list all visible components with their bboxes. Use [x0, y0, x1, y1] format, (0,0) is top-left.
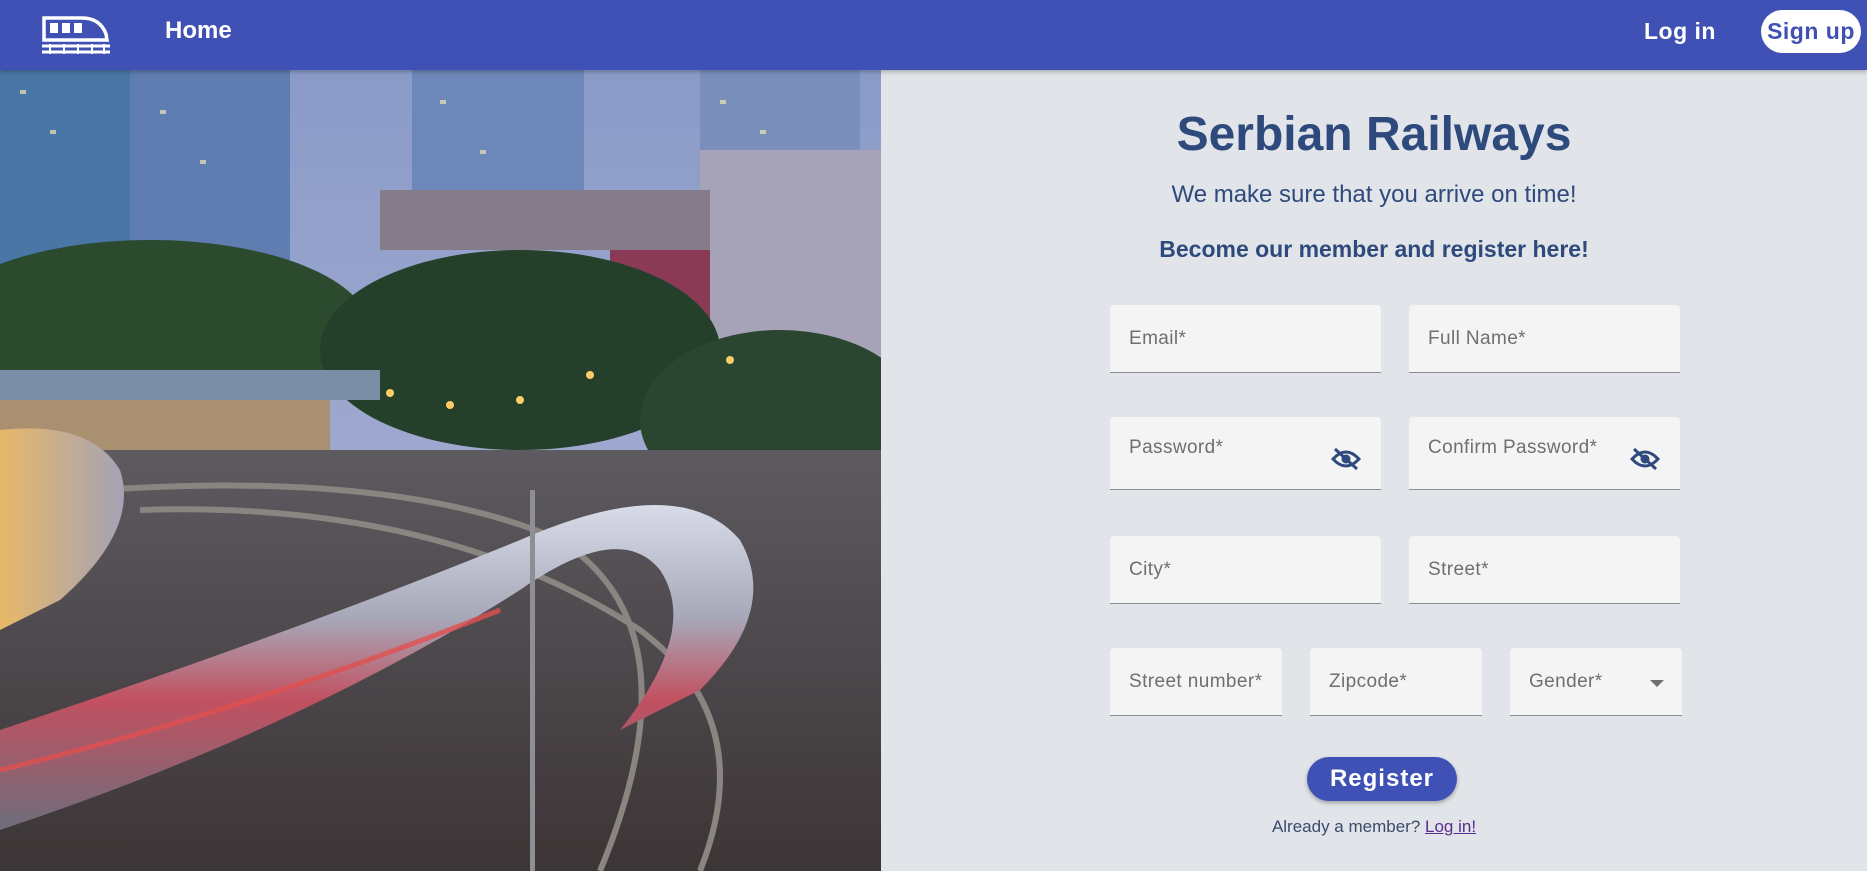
email-field[interactable]: Email* [1110, 305, 1381, 373]
gender-select-label: Gender* [1529, 671, 1603, 692]
page-title: Serbian Railways [1176, 108, 1572, 161]
zipcode-field[interactable]: Zipcode* [1310, 648, 1482, 716]
eye-off-icon[interactable] [1629, 447, 1661, 471]
confirm-password-field-label: Confirm Password* [1428, 437, 1598, 458]
hero-train-image [0, 70, 881, 871]
register-cta-text: Become our member and register here! [1159, 236, 1589, 262]
password-field-label: Password* [1129, 437, 1224, 458]
password-field[interactable]: Password* [1110, 417, 1381, 490]
chevron-down-icon [1650, 680, 1664, 687]
street-number-field-label: Street number* [1129, 671, 1263, 692]
gender-select[interactable]: Gender* [1510, 648, 1682, 716]
street-number-field[interactable]: Street number* [1110, 648, 1282, 716]
nav-signup-button[interactable]: Sign up [1761, 10, 1861, 53]
nav-login-link[interactable]: Log in [1644, 0, 1716, 62]
page-subtitle: We make sure that you arrive on time! [1171, 181, 1577, 208]
street-field-label: Street* [1428, 559, 1489, 580]
street-field[interactable]: Street* [1409, 536, 1680, 604]
train-icon[interactable] [40, 10, 112, 56]
top-navbar: Home Log in Sign up [0, 0, 1867, 70]
city-field-label: City* [1129, 559, 1172, 580]
zipcode-field-label: Zipcode* [1329, 671, 1408, 692]
already-member-label: Already a member? [1271, 817, 1421, 836]
full-name-field[interactable]: Full Name* [1409, 305, 1680, 373]
full-name-field-label: Full Name* [1428, 328, 1526, 349]
already-member-text: Already a member? Log in! [881, 817, 1867, 837]
nav-home-link[interactable]: Home [165, 0, 232, 62]
email-field-label: Email* [1129, 328, 1187, 349]
city-field[interactable]: City* [1110, 536, 1381, 604]
login-link[interactable]: Log in! [1425, 817, 1476, 836]
confirm-password-field[interactable]: Confirm Password* [1409, 417, 1680, 490]
register-button[interactable]: Register [1307, 757, 1457, 801]
eye-off-icon[interactable] [1330, 447, 1362, 471]
registration-panel: Serbian Railways We make sure that you a… [881, 70, 1867, 871]
